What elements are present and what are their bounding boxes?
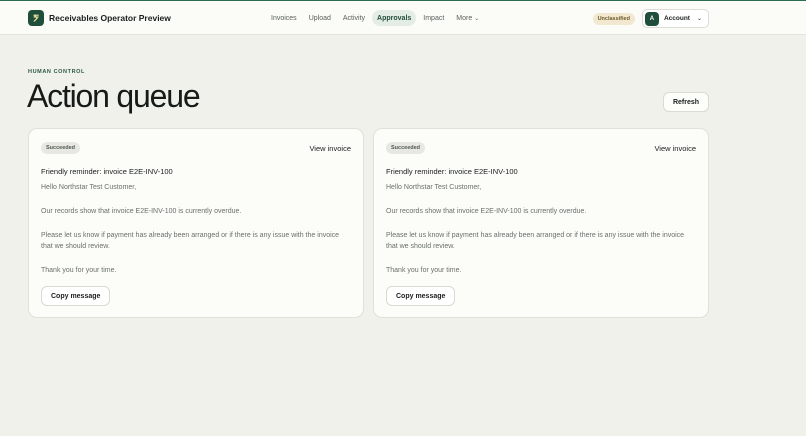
status-badge: Succeeded <box>41 142 81 154</box>
chevron-down-icon: ⌄ <box>696 16 702 22</box>
message-signoff: Thank you for your time. <box>386 267 462 275</box>
action-card: Succeeded View invoice Friendly reminder… <box>28 128 364 318</box>
nav-approvals[interactable]: Approvals <box>372 10 417 26</box>
nav-activity[interactable]: Activity <box>338 10 370 26</box>
message-subject: Friendly reminder: invoice E2E-INV-100 <box>41 167 173 176</box>
refresh-button[interactable]: Refresh <box>663 92 709 112</box>
nav-more[interactable]: More ⌄ <box>451 10 484 26</box>
section-eyebrow: HUMAN CONTROL <box>28 69 85 75</box>
copy-message-button[interactable]: Copy message <box>386 286 456 306</box>
account-menu-button[interactable]: A Account ⌄ <box>641 9 709 28</box>
nav-upload[interactable]: Upload <box>304 10 336 26</box>
view-invoice-link[interactable]: View invoice <box>654 144 696 153</box>
copy-message-button[interactable]: Copy message <box>41 286 111 306</box>
classification-badge: Unclassified <box>592 12 635 25</box>
chevron-down-icon: ⌄ <box>474 15 480 22</box>
page-title: Action queue <box>27 78 201 114</box>
account-label: Account <box>663 15 690 22</box>
avatar: A <box>644 11 659 26</box>
message-greeting: Hello Northstar Test Customer, <box>386 184 482 191</box>
app-header: Receivables Operator Preview Invoices Up… <box>0 1 806 35</box>
message-subject: Friendly reminder: invoice E2E-INV-100 <box>386 167 518 176</box>
message-signoff: Thank you for your time. <box>41 267 117 275</box>
action-card: Succeeded View invoice Friendly reminder… <box>373 128 709 318</box>
header-right: Unclassified A Account ⌄ <box>592 9 709 28</box>
view-invoice-link[interactable]: View invoice <box>309 144 351 153</box>
nav-more-label: More <box>456 14 473 22</box>
message-paragraph: Please let us know if payment has alread… <box>41 231 340 251</box>
message-greeting: Hello Northstar Test Customer, <box>41 184 137 191</box>
status-badge: Succeeded <box>386 142 426 154</box>
message-paragraph: Please let us know if payment has alread… <box>386 231 685 251</box>
message-paragraph: Our records show that invoice E2E-INV-10… <box>386 207 587 215</box>
message-body: Hello Northstar Test Customer, Our recor… <box>386 182 696 289</box>
nav-invoices[interactable]: Invoices <box>266 10 302 26</box>
nav-impact[interactable]: Impact <box>418 10 449 26</box>
message-body: Hello Northstar Test Customer, Our recor… <box>41 182 351 289</box>
brand[interactable]: Receivables Operator Preview <box>28 10 171 26</box>
currency-logo-icon <box>28 10 44 26</box>
message-paragraph: Our records show that invoice E2E-INV-10… <box>41 207 242 215</box>
brand-name: Receivables Operator Preview <box>49 13 171 23</box>
main-nav: Invoices Upload Activity Approvals Impac… <box>266 10 484 26</box>
